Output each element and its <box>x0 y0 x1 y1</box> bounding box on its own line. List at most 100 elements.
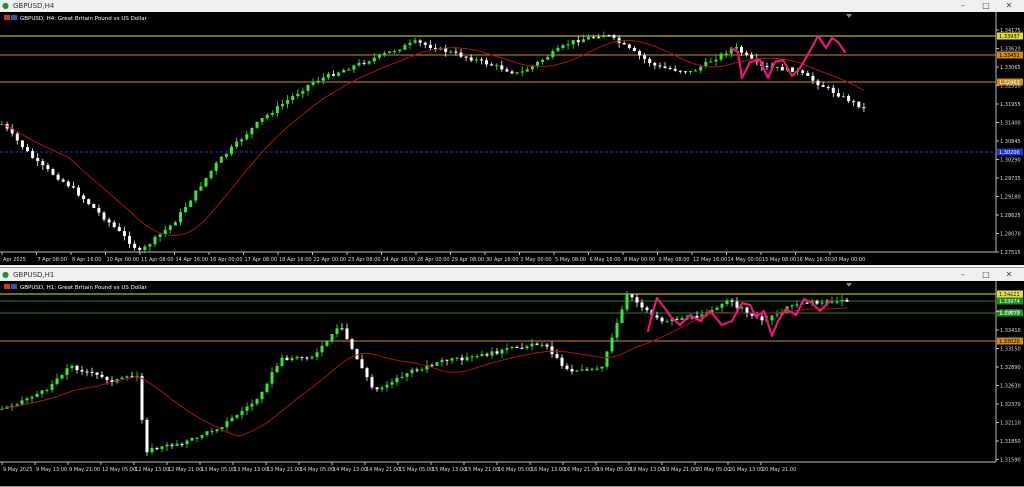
candle-body <box>680 318 684 320</box>
candle-body <box>30 397 34 399</box>
candle-body <box>158 234 162 237</box>
chart-window-h1[interactable]: ● GBPUSD,H1 – □ ✕ GBPUSD, H1: Great Brit… <box>0 269 1024 487</box>
time-axis-label: 15 May 05:00 <box>399 467 433 473</box>
price-chart-h4[interactable]: GBPUSD, H4: Great Britain Pound vs US Do… <box>0 12 1024 265</box>
candle-body <box>25 398 29 401</box>
minimize-icon[interactable]: – <box>952 0 974 12</box>
candle-body <box>240 139 244 142</box>
price-axis-label: 1.32370 <box>1000 402 1021 408</box>
candle-body <box>175 443 179 446</box>
candle-body <box>306 84 310 91</box>
price-axis-label: 1.31955 <box>1000 102 1021 108</box>
candle-body <box>398 49 402 52</box>
candle-body <box>699 66 703 71</box>
candle-body <box>240 410 244 416</box>
candle-body <box>265 114 269 119</box>
candle-body <box>627 44 631 48</box>
candle-body <box>301 90 305 94</box>
chart-shift-marker-icon <box>846 14 852 18</box>
chart-window-icon: ● <box>2 1 9 10</box>
candle-body <box>36 157 40 162</box>
candle-body <box>280 357 284 366</box>
candle-body <box>145 419 149 453</box>
candle-body <box>806 72 810 76</box>
candle-body <box>709 61 713 63</box>
chart-window-h4[interactable]: ● GBPUSD,H4 – □ ✕ GBPUSD, H4: Great Brit… <box>0 0 1024 268</box>
minimize-icon[interactable]: – <box>952 269 974 281</box>
candle-body <box>561 45 565 49</box>
candle-body <box>138 247 142 250</box>
time-axis-label: 22 Apr 00:00 <box>314 257 347 263</box>
candle-body <box>250 127 254 135</box>
candle-body <box>720 304 724 308</box>
flag-us-icon <box>11 15 17 20</box>
candle-body <box>640 302 644 308</box>
maximize-icon[interactable]: □ <box>975 0 997 12</box>
candle-body <box>291 96 295 100</box>
time-axis-label: 28 Apr 00:00 <box>417 257 450 263</box>
candle-body <box>816 80 820 86</box>
flag-gb-icon <box>4 284 10 289</box>
close-icon[interactable]: ✕ <box>998 269 1020 281</box>
candle-body <box>862 107 866 109</box>
candle-body <box>190 437 194 441</box>
candle-body <box>459 52 463 57</box>
price-axis-label: 1.32890 <box>1000 365 1021 371</box>
candle-body <box>840 299 844 302</box>
candle-body <box>295 356 299 359</box>
candle-body <box>610 337 614 352</box>
maximize-icon[interactable]: □ <box>975 269 997 281</box>
candle-body <box>683 71 687 73</box>
candle-body <box>235 415 239 418</box>
candle-body <box>500 65 504 70</box>
candlestick-plot-h4[interactable]: GBPUSD, H4: Great Britain Pound vs US Do… <box>0 12 1024 265</box>
candle-body <box>515 347 519 349</box>
level-price-tag-label: 1.33974 <box>999 299 1020 305</box>
candle-body <box>133 243 137 248</box>
chart-shift-marker-icon <box>846 283 852 287</box>
candle-body <box>826 86 830 88</box>
candle-body <box>770 315 774 321</box>
candle-body <box>60 375 64 379</box>
candle-body <box>163 229 167 235</box>
candle-body <box>189 200 193 208</box>
candle-body <box>630 294 634 298</box>
candle-body <box>460 357 464 361</box>
price-chart-h1[interactable]: GBPUSD, H1: Great Britain Pound vs US Do… <box>0 281 1024 486</box>
candle-body <box>780 66 784 71</box>
price-axis-label: 1.31400 <box>1000 121 1021 127</box>
candle-body <box>620 309 624 324</box>
candle-body <box>383 53 386 55</box>
candle-body <box>155 448 159 450</box>
level-price-tag-label: 1.33020 <box>999 339 1020 345</box>
price-axis-label: 1.31590 <box>1000 458 1021 464</box>
candle-body <box>330 333 334 342</box>
time-axis-label: 15 May 08:00 <box>762 257 796 263</box>
candle-body <box>340 328 344 330</box>
candlestick-plot-h1[interactable]: GBPUSD, H1: Great Britain Pound vs US Do… <box>0 281 1024 486</box>
candle-body <box>300 356 304 358</box>
candle-body <box>26 147 29 152</box>
candle-body <box>520 71 524 73</box>
moving-average-line <box>1 40 865 237</box>
level-price-tag-label: 1.30200 <box>999 150 1020 156</box>
candle-body <box>655 315 659 318</box>
time-axis-label: 18 Apr 16:00 <box>279 257 312 263</box>
flag-gb-icon <box>4 15 10 20</box>
chart-header: GBPUSD, H4: Great Britain Pound vs US Do… <box>20 16 148 22</box>
time-axis-label: 8 Apr 16:00 <box>72 257 101 263</box>
candle-body <box>495 351 499 354</box>
candle-body <box>265 383 269 392</box>
candle-body <box>194 190 198 201</box>
candle-body <box>490 64 494 66</box>
close-icon[interactable]: ✕ <box>998 0 1020 12</box>
candle-body <box>209 170 213 178</box>
candle-body <box>120 377 124 379</box>
candle-body <box>250 403 254 407</box>
candle-body <box>245 134 249 140</box>
candle-body <box>536 61 539 66</box>
candle-body <box>449 51 453 53</box>
candle-body <box>740 47 743 53</box>
candle-body <box>735 301 739 308</box>
candle-body <box>305 357 309 359</box>
